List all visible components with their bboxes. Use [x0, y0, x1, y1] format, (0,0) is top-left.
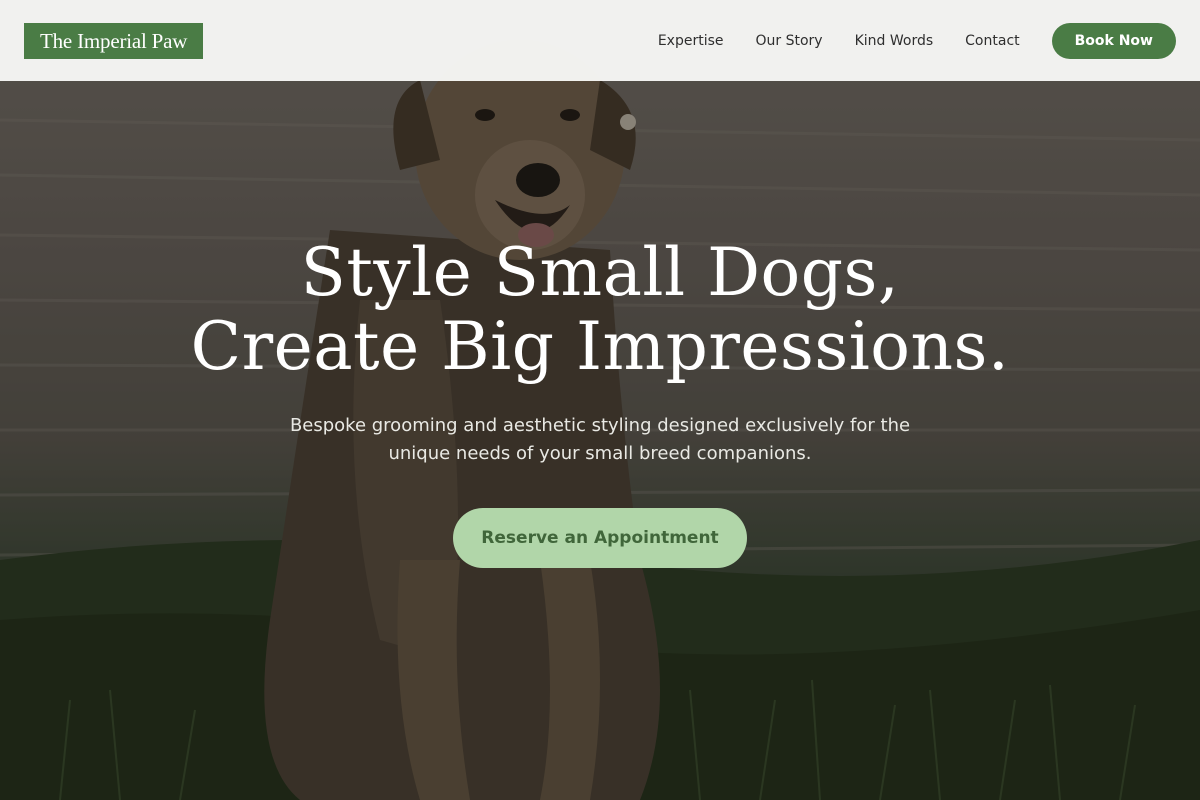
book-now-button[interactable]: Book Now — [1051, 22, 1176, 59]
nav-link-our-story[interactable]: Our Story — [756, 33, 823, 49]
nav-link-expertise[interactable]: Expertise — [658, 33, 724, 49]
hero-subtitle: Bespoke grooming and aesthetic styling d… — [260, 412, 940, 468]
hero-subtitle-line-2: unique needs of your small breed compani… — [388, 443, 812, 464]
hero-headline-line-2: Create Big Impressions. — [190, 308, 1010, 385]
main-nav: Expertise Our Story Kind Words Contact B… — [658, 22, 1176, 59]
hero-subtitle-line-1: Bespoke grooming and aesthetic styling d… — [289, 415, 911, 436]
hero-headline: Style Small Dogs, Create Big Impressions… — [0, 236, 1200, 384]
hero-headline-line-1: Style Small Dogs, — [300, 234, 900, 311]
brand-logo[interactable]: The Imperial Paw — [24, 22, 204, 59]
nav-link-kind-words[interactable]: Kind Words — [855, 33, 934, 49]
site-header: The Imperial Paw Expertise Our Story Kin… — [0, 0, 1200, 81]
hero-section: Style Small Dogs, Create Big Impressions… — [0, 236, 1200, 568]
reserve-appointment-button[interactable]: Reserve an Appointment — [453, 508, 747, 568]
nav-link-contact[interactable]: Contact — [965, 33, 1019, 49]
